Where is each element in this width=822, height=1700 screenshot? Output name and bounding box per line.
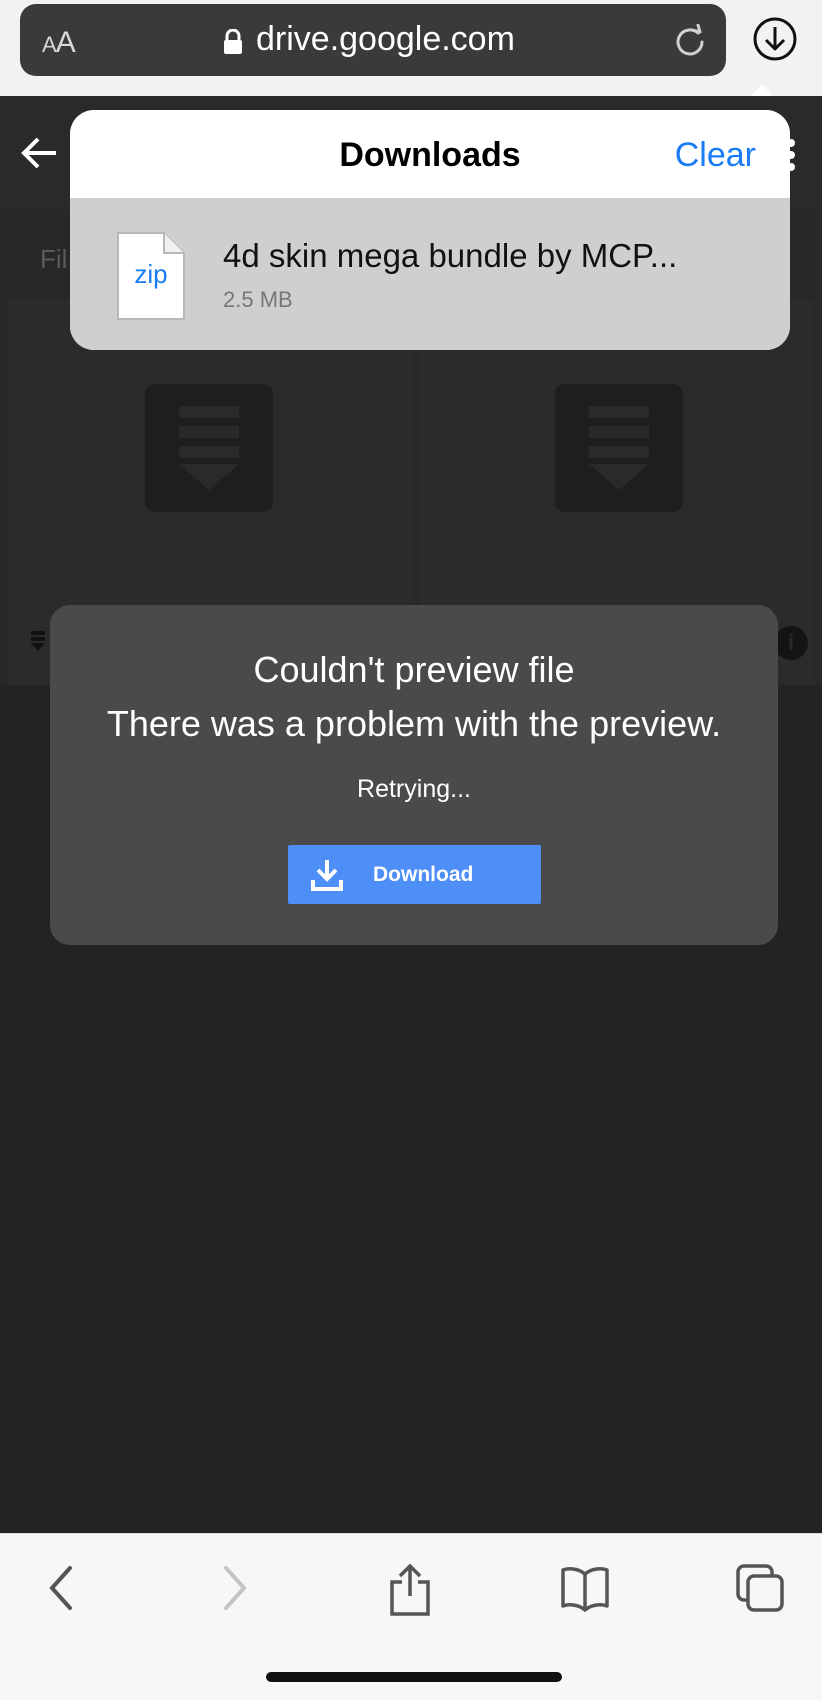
back-arrow-icon[interactable] (20, 136, 60, 175)
lock-icon (222, 28, 244, 60)
back-icon[interactable] (44, 1564, 80, 1617)
reader-label-small: A (42, 32, 57, 57)
file-thumbnail-icon (145, 384, 273, 512)
download-item-size: 2.5 MB (223, 287, 293, 312)
files-label: Fil (40, 244, 68, 274)
dialog-message: There was a problem with the preview. (106, 703, 722, 744)
browser-top-bar: AA drive.google.com (0, 0, 822, 96)
tabs-icon[interactable] (736, 1564, 786, 1619)
file-thumbnail-icon (555, 384, 683, 512)
info-icon[interactable]: i (774, 626, 808, 660)
file-type-icon (30, 630, 46, 657)
downloads-header: Downloads Clear (70, 110, 790, 199)
downloads-icon[interactable] (752, 16, 798, 67)
zip-file-icon: zip (116, 231, 186, 326)
download-button[interactable]: Download (288, 845, 541, 904)
reader-label-large: A (55, 26, 76, 59)
share-icon[interactable] (388, 1563, 432, 1621)
preview-error-dialog: Couldn't preview file There was a proble… (50, 605, 778, 945)
address-bar[interactable]: AA drive.google.com (20, 4, 726, 76)
url-text: drive.google.com (256, 20, 515, 58)
reload-icon[interactable] (672, 23, 708, 65)
download-icon (310, 858, 344, 897)
downloads-popover: Downloads Clear zip 4d skin mega bundle … (70, 110, 790, 350)
reader-options-button[interactable]: AA (42, 26, 76, 60)
svg-text:zip: zip (134, 259, 167, 289)
dialog-title: Couldn't preview file (253, 649, 575, 690)
download-item-name: 4d skin mega bundle by MCP... (223, 237, 678, 274)
download-item[interactable]: zip 4d skin mega bundle by MCP... 2.5 MB (70, 199, 790, 350)
dialog-status: Retrying... (357, 775, 471, 803)
forward-icon[interactable] (216, 1564, 252, 1617)
bookmarks-icon[interactable] (560, 1564, 610, 1617)
clear-button[interactable]: Clear (675, 136, 756, 175)
download-button-label: Download (373, 863, 474, 886)
home-indicator (266, 1672, 562, 1682)
